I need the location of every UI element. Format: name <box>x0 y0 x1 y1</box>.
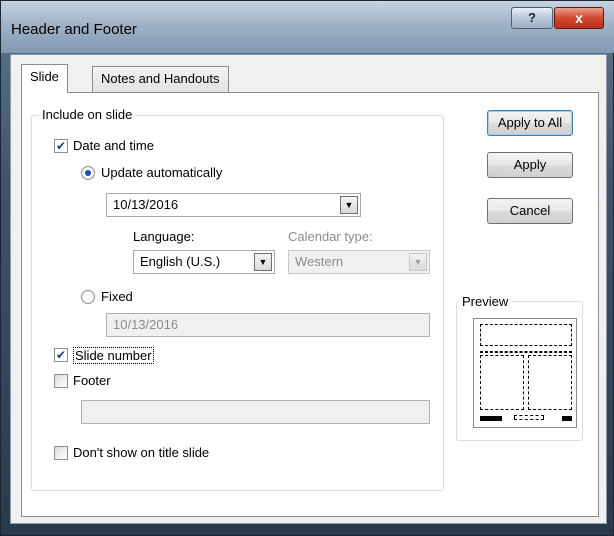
dont-show-title-label[interactable]: Don't show on title slide <box>73 445 209 460</box>
chevron-down-icon[interactable]: ▼ <box>340 196 358 214</box>
footer-label[interactable]: Footer <box>73 373 111 388</box>
chevron-down-icon[interactable]: ▼ <box>254 253 272 271</box>
include-on-slide-label: Include on slide <box>39 107 136 122</box>
fixed-label[interactable]: Fixed <box>101 289 133 304</box>
date-time-label[interactable]: Date and time <box>73 138 154 153</box>
slide-number-checkbox[interactable]: ✔ <box>54 348 68 362</box>
dialog-client: Slide Notes and Handouts Include on slid… <box>10 54 607 524</box>
preview-date-placeholder <box>480 416 502 421</box>
preview-number-placeholder <box>562 416 572 421</box>
preview-footer-placeholder <box>514 415 544 420</box>
calendar-type-value: Western <box>295 254 344 269</box>
slide-number-label[interactable]: Slide number <box>73 347 154 364</box>
date-time-checkbox[interactable]: ✔ <box>54 139 68 153</box>
preview-right-content <box>528 355 572 410</box>
preview-left-content <box>480 355 524 410</box>
calendar-type-label: Calendar type: <box>288 229 373 244</box>
language-label: Language: <box>133 229 195 244</box>
header-footer-dialog: Header and Footer ? x Slide Notes and Ha… <box>0 0 614 536</box>
chevron-down-icon: ▼ <box>409 253 427 271</box>
preview-thumbnail <box>473 318 577 428</box>
close-button[interactable]: x <box>554 7 604 29</box>
fixed-date-input: 10/13/2016 <box>106 313 430 337</box>
preview-title-area <box>480 324 572 346</box>
language-value: English (U.S.) <box>140 254 221 269</box>
apply-button[interactable]: Apply <box>487 152 573 178</box>
fixed-radio[interactable] <box>81 290 95 304</box>
title-bar[interactable]: Header and Footer ? x <box>1 1 614 53</box>
update-automatically-radio[interactable] <box>81 166 95 180</box>
footer-input <box>81 400 430 424</box>
calendar-type-dropdown: Western ▼ <box>288 250 430 274</box>
cancel-button[interactable]: Cancel <box>487 198 573 224</box>
language-dropdown[interactable]: English (U.S.) ▼ <box>133 250 275 274</box>
date-format-dropdown[interactable]: 10/13/2016 ▼ <box>106 193 361 217</box>
dont-show-title-checkbox[interactable] <box>54 446 68 460</box>
tab-slide[interactable]: Slide <box>21 64 68 93</box>
update-automatically-label[interactable]: Update automatically <box>101 165 222 180</box>
preview-label: Preview <box>459 294 512 309</box>
footer-checkbox[interactable] <box>54 374 68 388</box>
date-format-value: 10/13/2016 <box>113 197 179 212</box>
preview-divider <box>480 351 572 353</box>
dialog-title: Header and Footer <box>11 21 137 38</box>
apply-to-all-button[interactable]: Apply to All <box>487 110 573 136</box>
help-button[interactable]: ? <box>511 7 553 29</box>
tab-notes-handouts[interactable]: Notes and Handouts <box>92 66 229 92</box>
